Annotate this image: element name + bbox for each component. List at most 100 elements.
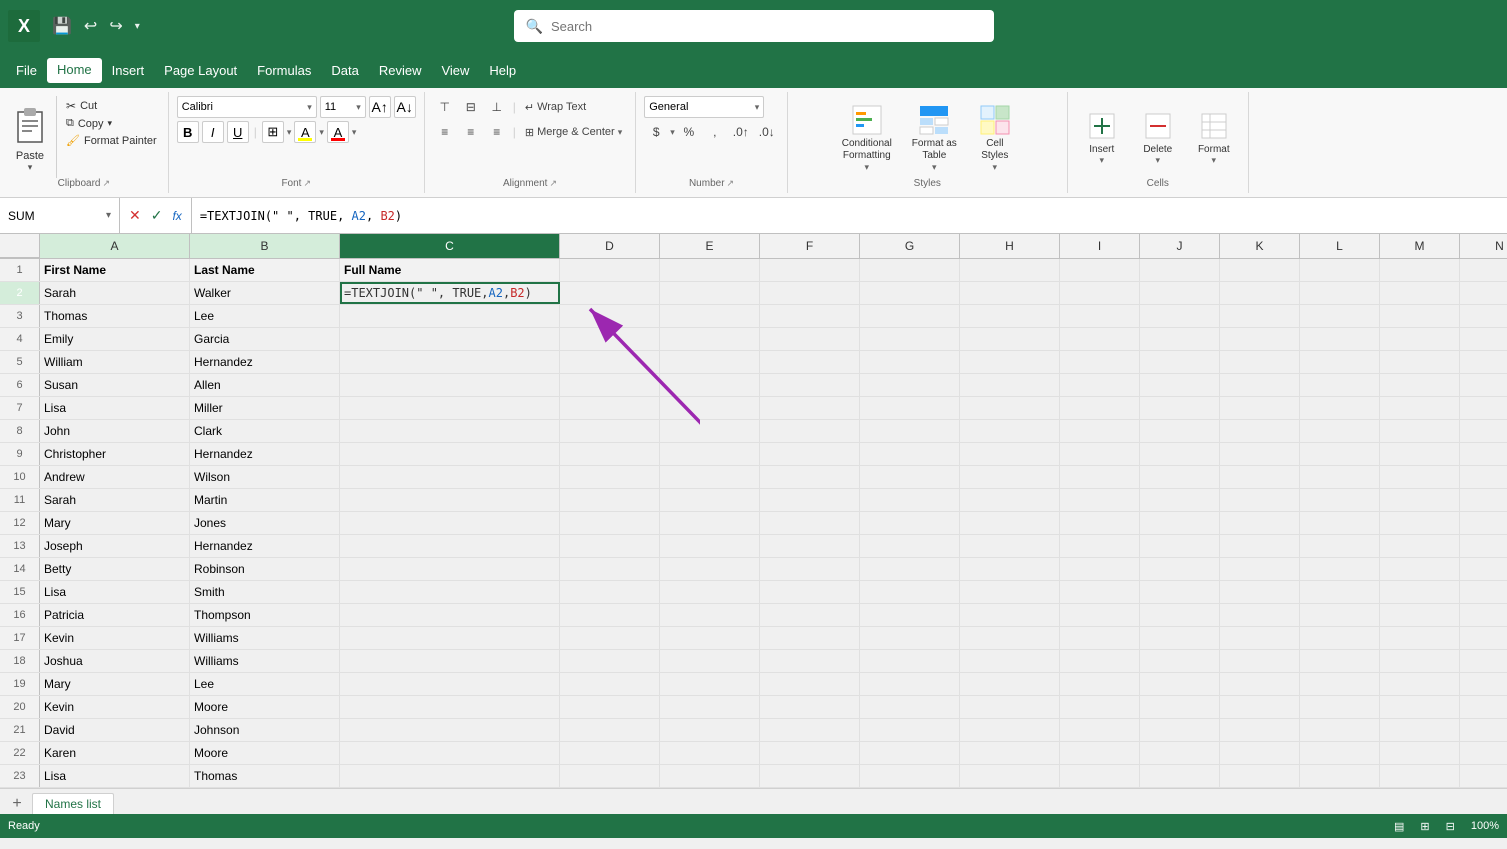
cell-B3[interactable]: Lee xyxy=(190,305,340,327)
row-number[interactable]: 22 xyxy=(0,742,40,764)
copy-button[interactable]: ⧉ Copy ▾ xyxy=(63,116,160,131)
cut-button[interactable]: ✂ Cut xyxy=(63,98,160,114)
menu-view[interactable]: View xyxy=(431,59,479,82)
cell-E10[interactable] xyxy=(660,466,760,488)
copy-dropdown-arrow[interactable]: ▾ xyxy=(108,118,113,129)
cell-E6[interactable] xyxy=(660,374,760,396)
col-header-L[interactable]: L xyxy=(1300,234,1380,258)
cell-M18[interactable] xyxy=(1380,650,1460,672)
cell-H6[interactable] xyxy=(960,374,1060,396)
cell-E2[interactable] xyxy=(660,282,760,304)
cell-A5[interactable]: William xyxy=(40,351,190,373)
sheet-tab-names-list[interactable]: Names list xyxy=(32,793,114,814)
row-number[interactable]: 2 xyxy=(0,282,40,304)
col-header-N[interactable]: N xyxy=(1460,234,1507,258)
cell-C16[interactable] xyxy=(340,604,560,626)
cell-D3[interactable] xyxy=(560,305,660,327)
name-box-dropdown[interactable]: ▾ xyxy=(106,210,111,221)
row-number[interactable]: 16 xyxy=(0,604,40,626)
cell-A14[interactable]: Betty xyxy=(40,558,190,580)
cell-F10[interactable] xyxy=(760,466,860,488)
conditional-formatting-button[interactable]: ConditionalFormatting ▾ xyxy=(834,98,900,177)
cell-B5[interactable]: Hernandez xyxy=(190,351,340,373)
increase-decimal-button[interactable]: .0↑ xyxy=(729,121,753,143)
cell-L22[interactable] xyxy=(1300,742,1380,764)
cell-K12[interactable] xyxy=(1220,512,1300,534)
cell-L1[interactable] xyxy=(1300,259,1380,281)
cell-B15[interactable]: Smith xyxy=(190,581,340,603)
merge-center-button[interactable]: ⊞ Merge & Center ▾ xyxy=(520,121,627,143)
cell-M10[interactable] xyxy=(1380,466,1460,488)
cell-N4[interactable] xyxy=(1460,328,1507,350)
cell-A23[interactable]: Lisa xyxy=(40,765,190,787)
cell-B8[interactable]: Clark xyxy=(190,420,340,442)
add-sheet-button[interactable]: + xyxy=(4,794,30,814)
cell-J19[interactable] xyxy=(1140,673,1220,695)
formula-cancel-button[interactable]: ✕ xyxy=(126,207,144,224)
decrease-decimal-button[interactable]: .0↓ xyxy=(755,121,779,143)
cell-H18[interactable] xyxy=(960,650,1060,672)
cell-styles-button[interactable]: CellStyles ▾ xyxy=(969,98,1021,177)
cell-N16[interactable] xyxy=(1460,604,1507,626)
row-number[interactable]: 6 xyxy=(0,374,40,396)
cell-I13[interactable] xyxy=(1060,535,1140,557)
cell-I20[interactable] xyxy=(1060,696,1140,718)
cell-M3[interactable] xyxy=(1380,305,1460,327)
cell-F3[interactable] xyxy=(760,305,860,327)
cell-A10[interactable]: Andrew xyxy=(40,466,190,488)
cell-E5[interactable] xyxy=(660,351,760,373)
clipboard-expand[interactable]: ↗ xyxy=(102,178,110,189)
formula-input[interactable]: =TEXTJOIN(" ", TRUE, A2, B2) xyxy=(192,209,1507,223)
cell-G15[interactable] xyxy=(860,581,960,603)
cell-K8[interactable] xyxy=(1220,420,1300,442)
cell-G8[interactable] xyxy=(860,420,960,442)
cell-J18[interactable] xyxy=(1140,650,1220,672)
cell-G10[interactable] xyxy=(860,466,960,488)
cell-M13[interactable] xyxy=(1380,535,1460,557)
row-number[interactable]: 8 xyxy=(0,420,40,442)
cell-M11[interactable] xyxy=(1380,489,1460,511)
cell-L20[interactable] xyxy=(1300,696,1380,718)
cell-F9[interactable] xyxy=(760,443,860,465)
cell-L7[interactable] xyxy=(1300,397,1380,419)
cell-B4[interactable]: Garcia xyxy=(190,328,340,350)
cell-D7[interactable] xyxy=(560,397,660,419)
cell-E20[interactable] xyxy=(660,696,760,718)
format-painter-button[interactable]: 🖌 Format Painter xyxy=(63,133,160,148)
cell-J5[interactable] xyxy=(1140,351,1220,373)
cell-A2[interactable]: Sarah xyxy=(40,282,190,304)
cell-M4[interactable] xyxy=(1380,328,1460,350)
row-number[interactable]: 11 xyxy=(0,489,40,511)
cell-E11[interactable] xyxy=(660,489,760,511)
row-number[interactable]: 21 xyxy=(0,719,40,741)
cell-K17[interactable] xyxy=(1220,627,1300,649)
cell-K6[interactable] xyxy=(1220,374,1300,396)
cell-A8[interactable]: John xyxy=(40,420,190,442)
row-number[interactable]: 1 xyxy=(0,259,40,281)
col-header-K[interactable]: K xyxy=(1220,234,1300,258)
cell-F11[interactable] xyxy=(760,489,860,511)
cell-N2[interactable] xyxy=(1460,282,1507,304)
cell-D6[interactable] xyxy=(560,374,660,396)
cell-M1[interactable] xyxy=(1380,259,1460,281)
cell-G3[interactable] xyxy=(860,305,960,327)
col-header-F[interactable]: F xyxy=(760,234,860,258)
cell-M9[interactable] xyxy=(1380,443,1460,465)
search-bar[interactable]: 🔍 xyxy=(514,10,994,42)
cell-J12[interactable] xyxy=(1140,512,1220,534)
cell-B12[interactable]: Jones xyxy=(190,512,340,534)
cell-D23[interactable] xyxy=(560,765,660,787)
cell-N1[interactable] xyxy=(1460,259,1507,281)
cell-I22[interactable] xyxy=(1060,742,1140,764)
cell-D20[interactable] xyxy=(560,696,660,718)
cell-E8[interactable] xyxy=(660,420,760,442)
cell-L5[interactable] xyxy=(1300,351,1380,373)
cell-C1[interactable]: Full Name xyxy=(340,259,560,281)
cell-styles-dropdown[interactable]: ▾ xyxy=(993,162,998,173)
menu-home[interactable]: Home xyxy=(47,58,102,83)
borders-button[interactable]: ⊞ xyxy=(262,121,284,143)
cell-G5[interactable] xyxy=(860,351,960,373)
font-color-button[interactable]: A xyxy=(327,121,349,143)
col-header-I[interactable]: I xyxy=(1060,234,1140,258)
cell-A16[interactable]: Patricia xyxy=(40,604,190,626)
